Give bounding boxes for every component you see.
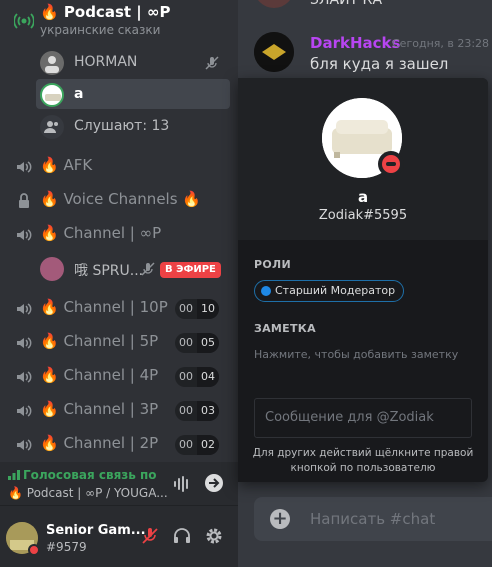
live-badge: В ЭФИРЕ — [160, 262, 221, 278]
headphones-icon[interactable] — [172, 526, 192, 546]
dnd-status-dot — [28, 544, 40, 556]
voice-user-name: HORMAN — [74, 54, 138, 70]
popout-header: a Zodiak#5595 — [238, 78, 488, 240]
channel-2p[interactable]: 🔥 Channel | 2P 00 02 — [0, 428, 238, 460]
listeners-count: Слушают: 13 — [74, 118, 170, 134]
message-input-placeholder: Написать #chat — [310, 510, 436, 528]
popout-hint: Для других действий щёлкните правой кноп… — [252, 447, 474, 474]
channel-voice-channels[interactable]: 🔥 Voice Channels 🔥 — [0, 184, 238, 216]
listeners-icon — [40, 115, 64, 139]
speaker-icon — [17, 439, 32, 451]
voice-channel-topic: украинские сказки — [40, 23, 161, 37]
avatar — [40, 257, 64, 281]
voice-user-horman[interactable]: HORMAN — [36, 47, 230, 77]
channel-name: 🔥 Channel | 2P — [40, 434, 159, 452]
voice-connection-channel[interactable]: 🔥 Podcast | ∞P / YOUGA... — [8, 486, 168, 500]
message-text: бля куда я зашел — [310, 55, 449, 73]
mic-muted-icon[interactable] — [140, 526, 160, 546]
user-limit-badge: 00 02 — [175, 435, 219, 455]
mic-muted-icon — [205, 56, 219, 70]
avatar — [40, 51, 64, 75]
user-tag: #9579 — [46, 540, 87, 554]
dnd-status-icon — [378, 151, 404, 177]
popout-user-tag: Zodiak#5595 — [318, 208, 408, 223]
mic-muted-icon — [141, 262, 155, 276]
voice-connection-status[interactable]: Голосовая связь подключена — [8, 468, 156, 482]
channel-name: 🔥 Channel | 10P — [40, 298, 168, 316]
gear-icon[interactable] — [204, 526, 224, 546]
note-heading: ЗАМЕТКА — [254, 322, 316, 335]
channel-4p[interactable]: 🔥 Channel | 4P 00 04 — [0, 360, 238, 392]
message-text: ЗЛАЙТ КА — [310, 0, 383, 8]
channel-10p[interactable]: 🔥 Channel | 10P 00 10 — [0, 292, 238, 324]
message-timestamp: Сегодня, в 23:28 — [392, 37, 490, 50]
voice-channel-title: 🔥 Podcast | ∞P — [40, 3, 171, 21]
channel-afk[interactable]: 🔥 AFK — [0, 150, 238, 182]
avatar[interactable] — [254, 32, 294, 72]
disconnect-icon[interactable] — [204, 473, 224, 493]
speaker-icon — [17, 371, 32, 383]
voice-user-name: 哦 SPRU... — [74, 263, 144, 279]
note-input[interactable]: Нажмите, чтобы добавить заметку — [254, 348, 458, 361]
channel-name: 🔥 Channel | 4P — [40, 366, 159, 384]
voice-user-a[interactable]: a — [36, 79, 230, 109]
channel-5p[interactable]: 🔥 Channel | 5P 00 05 — [0, 326, 238, 358]
user-panel: Senior Gam... #9579 — [0, 506, 238, 567]
speaker-icon — [17, 303, 32, 315]
channel-infinite[interactable]: 🔥 Channel | ∞P — [0, 218, 238, 250]
avatar[interactable] — [254, 0, 294, 8]
message-author[interactable]: DarkHacks — [310, 34, 400, 52]
signal-icon — [8, 470, 20, 480]
role-pill[interactable]: Старший Модератор — [254, 280, 405, 302]
noise-suppression-icon[interactable] — [172, 474, 192, 494]
direct-message-input[interactable]: Сообщение для @Zodiak — [254, 398, 472, 438]
avatar — [40, 83, 64, 107]
speaker-icon — [17, 337, 32, 349]
user-popout: a Zodiak#5595 РОЛИ Старший Модератор ЗАМ… — [238, 78, 488, 482]
channel-name: 🔥 AFK — [40, 156, 93, 174]
user-limit-badge: 00 10 — [175, 299, 219, 319]
roles-heading: РОЛИ — [254, 258, 291, 271]
username: Senior Gam... — [46, 523, 146, 538]
lock-icon — [19, 193, 29, 208]
attach-plus-icon[interactable]: + — [270, 509, 290, 529]
role-name: Старший Модератор — [275, 284, 396, 297]
voice-listeners[interactable]: Слушают: 13 — [36, 111, 230, 141]
speaker-icon — [17, 229, 32, 241]
speaker-icon — [17, 405, 32, 417]
channel-name: 🔥 Voice Channels 🔥 — [40, 190, 201, 208]
direct-message-placeholder: Сообщение для @Zodiak — [265, 410, 434, 425]
channel-3p[interactable]: 🔥 Channel | 3P 00 03 — [0, 394, 238, 426]
message-input[interactable]: + Написать #chat — [254, 497, 492, 541]
voice-user-name: a — [74, 86, 84, 102]
speaker-icon — [17, 161, 32, 173]
voice-wave-icon — [14, 13, 34, 29]
popout-username: a — [357, 188, 369, 206]
channel-name: 🔥 Channel | ∞P — [40, 224, 162, 242]
channel-name: 🔥 Channel | 3P — [40, 400, 159, 418]
channel-sidebar: 🔥 Podcast | ∞P украинские сказки HORMAN … — [0, 0, 238, 567]
role-color-dot — [261, 286, 271, 296]
channel-name: 🔥 Channel | 5P — [40, 332, 159, 350]
user-limit-badge: 00 03 — [175, 401, 219, 421]
voice-connection-panel: Голосовая связь подключена 🔥 Podcast | ∞… — [0, 462, 238, 506]
user-limit-badge: 00 05 — [175, 333, 219, 353]
voice-channel-header[interactable]: 🔥 Podcast | ∞P украинские сказки — [0, 0, 238, 40]
user-limit-badge: 00 04 — [175, 367, 219, 387]
